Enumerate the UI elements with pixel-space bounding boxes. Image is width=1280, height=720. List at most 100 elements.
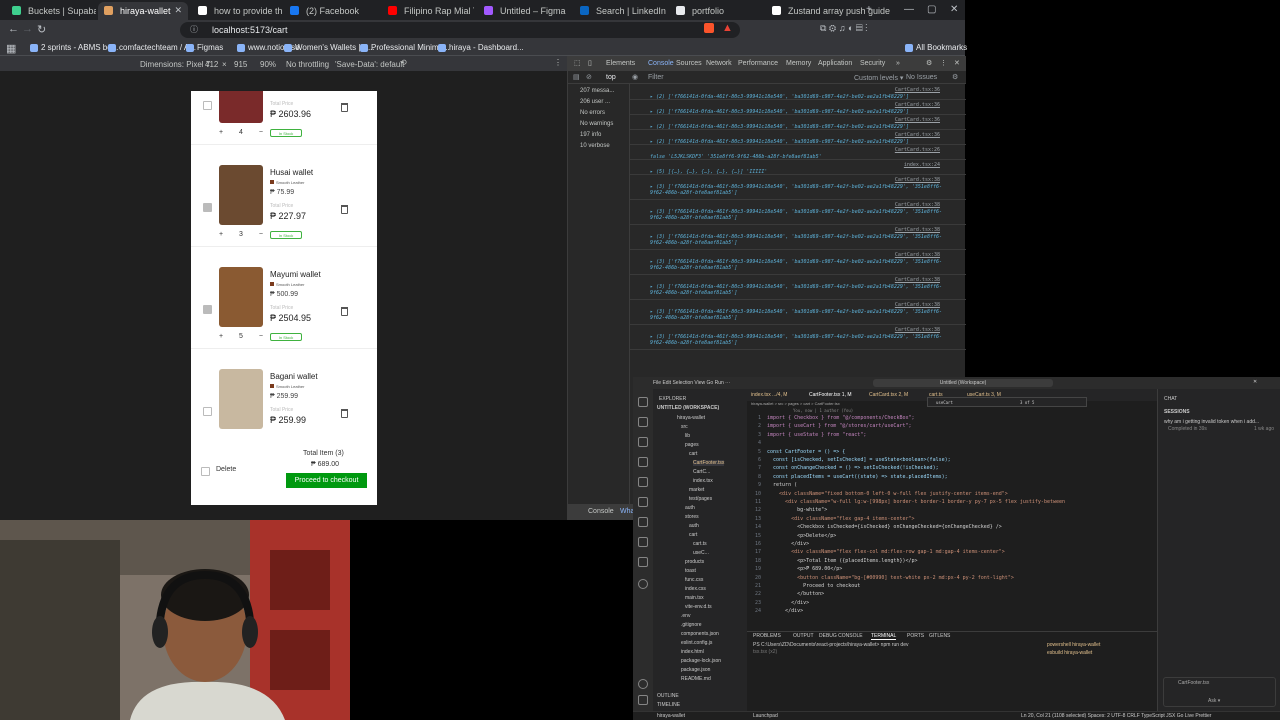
account-icon[interactable] bbox=[638, 679, 648, 689]
search-icon[interactable] bbox=[638, 417, 648, 427]
file-tree-item[interactable]: main.tsx bbox=[685, 595, 704, 601]
file-tree-item[interactable]: useC... bbox=[693, 550, 709, 556]
qty-decrease-button[interactable]: − bbox=[259, 333, 263, 340]
devtools-tab[interactable]: Performance bbox=[738, 60, 778, 67]
panel-tab[interactable]: PORTS bbox=[907, 633, 924, 639]
panel-tab[interactable]: PROBLEMS bbox=[753, 633, 781, 639]
drawer-tab-console[interactable]: Console bbox=[588, 508, 614, 515]
brave-rewards-icon[interactable]: ▲ bbox=[722, 22, 733, 34]
file-tree-item[interactable]: eslint.config.js bbox=[681, 640, 712, 646]
reload-icon[interactable]: ↻ bbox=[37, 23, 46, 36]
console-filter-item[interactable]: 206 user ... bbox=[580, 99, 610, 105]
file-tree-item[interactable]: cart bbox=[689, 451, 697, 457]
file-tree-item[interactable]: stores bbox=[685, 514, 699, 520]
extensions-icon[interactable]: ⧉ ⚙ ♫ ◐ ▤ ⋮ bbox=[820, 23, 868, 34]
device-toggle-icon[interactable]: ▯ bbox=[588, 59, 592, 67]
delete-item-icon[interactable] bbox=[341, 205, 348, 214]
status-workspace[interactable]: hiraya-wallet bbox=[657, 713, 685, 719]
devtools-close-icon[interactable]: ✕ bbox=[954, 59, 960, 67]
quantity-stepper[interactable]: +4 − bbox=[219, 129, 263, 136]
browser-tab[interactable]: Buckets | Supabase bbox=[6, 2, 96, 20]
devtools-tab[interactable]: Elements bbox=[606, 60, 635, 67]
product-name[interactable]: Mayumi wallet bbox=[270, 270, 321, 279]
browser-tab[interactable]: (2) Facebook bbox=[284, 2, 379, 20]
qty-decrease-button[interactable]: − bbox=[259, 231, 263, 238]
file-tree-item[interactable]: test/pages bbox=[689, 496, 712, 502]
devtools-tab[interactable]: Memory bbox=[786, 60, 811, 67]
delete-item-icon[interactable] bbox=[341, 103, 348, 112]
browser-tab[interactable]: how to provide the link of bbox=[192, 2, 282, 20]
message-source-link[interactable]: CartCard.tsx:38 bbox=[895, 302, 940, 308]
product-image[interactable] bbox=[219, 91, 263, 123]
message-source-link[interactable]: index.tsx:24 bbox=[904, 162, 940, 168]
browser-tab[interactable]: Untitled – Figma bbox=[478, 2, 570, 20]
throttle-select[interactable]: No throttling bbox=[286, 60, 329, 69]
bookmark-item[interactable]: Professional Minima... bbox=[360, 43, 450, 52]
browser-tab[interactable]: Filipino Rap Mial Trenc bbox=[382, 2, 474, 20]
console-message[interactable]: CartCard.tsx:38 ▸ (3) ['f766141d-0fda-461… bbox=[630, 326, 966, 350]
minimize-icon[interactable]: — bbox=[904, 4, 914, 15]
devtools-tab[interactable]: Security bbox=[860, 60, 885, 67]
docker-icon[interactable] bbox=[638, 537, 648, 547]
item-checkbox[interactable] bbox=[203, 203, 212, 212]
file-tree-item[interactable]: cart.ts bbox=[693, 541, 707, 547]
checkout-button[interactable]: Proceed to checkout bbox=[286, 473, 367, 488]
console-message[interactable]: index.tsx:24 ▸ (5) [{…}, {…}, {…}, {…}, {… bbox=[630, 161, 966, 175]
delete-item-icon[interactable] bbox=[341, 409, 348, 418]
item-checkbox[interactable] bbox=[203, 101, 212, 110]
file-tree-item[interactable]: toast bbox=[685, 568, 696, 574]
delete-item-icon[interactable] bbox=[341, 307, 348, 316]
issues-badge[interactable]: No Issues bbox=[906, 74, 937, 81]
file-tree-item[interactable]: products bbox=[685, 559, 704, 565]
message-source-link[interactable]: CartCard.tsx:36 bbox=[895, 132, 940, 138]
console-message[interactable]: CartCard.tsx:38 ▸ (3) ['f766141d-0fda-461… bbox=[630, 176, 966, 200]
all-bookmarks[interactable]: All Bookmarks bbox=[905, 43, 967, 52]
levels-select[interactable]: Custom levels ▾ bbox=[854, 74, 903, 82]
command-center[interactable]: Untitled (Workspace) bbox=[873, 379, 1053, 387]
eye-icon[interactable]: ◉ bbox=[632, 73, 638, 81]
console-settings-icon[interactable]: ⚙ bbox=[952, 73, 958, 81]
context-select[interactable]: top bbox=[606, 74, 616, 81]
console-message[interactable]: CartCard.tsx:38 ▸ (3) ['f766141d-0fda-461… bbox=[630, 201, 966, 225]
panel-tab[interactable]: GITLENS bbox=[929, 633, 950, 639]
brave-shield-icon[interactable] bbox=[704, 23, 714, 33]
message-source-link[interactable]: CartCard.tsx:38 bbox=[895, 252, 940, 258]
devtools-tab[interactable]: Console bbox=[648, 60, 674, 67]
back-icon[interactable]: ← bbox=[8, 23, 19, 35]
extensions-icon[interactable] bbox=[638, 477, 648, 487]
editor-tab[interactable]: index.tsx .../4, M bbox=[751, 392, 787, 398]
timeline-section[interactable]: TIMELINE bbox=[657, 702, 680, 708]
zoom-select[interactable]: 90% bbox=[260, 60, 276, 69]
message-source-link[interactable]: CartCard.tsx:36 bbox=[895, 102, 940, 108]
bookmark-item[interactable]: comfactechteam / A... bbox=[108, 43, 196, 52]
address-bar[interactable]: ⓘ localhost:5173/cart bbox=[180, 22, 740, 38]
panel-tab[interactable]: DEBUG CONSOLE bbox=[819, 633, 863, 639]
file-tree-item[interactable]: cart bbox=[689, 532, 697, 538]
savedata-select[interactable]: 'Save-Data': default bbox=[335, 60, 404, 69]
gitlens-icon[interactable] bbox=[638, 579, 648, 589]
qty-increase-button[interactable]: + bbox=[219, 129, 223, 136]
panel-tab[interactable]: OUTPUT bbox=[793, 633, 814, 639]
close-window-icon[interactable]: ✕ bbox=[950, 4, 958, 15]
file-tree-item[interactable]: package.json bbox=[681, 667, 710, 673]
filter-input[interactable]: Filter bbox=[648, 74, 664, 81]
devtools-tab[interactable]: Sources bbox=[676, 60, 702, 67]
console-filter-item[interactable]: 10 verbose bbox=[580, 143, 610, 149]
device-height[interactable]: 915 bbox=[234, 60, 247, 69]
message-source-link[interactable]: CartCard.tsx:38 bbox=[895, 277, 940, 283]
file-tree-item[interactable]: hiraya-wallet bbox=[677, 415, 705, 421]
console-message[interactable]: CartCard.tsx:36 ▸ (2) ['f766141d-0fda-461… bbox=[630, 86, 966, 100]
file-tree-item[interactable]: vite-env.d.ts bbox=[685, 604, 712, 610]
testing-icon[interactable] bbox=[638, 517, 648, 527]
console-filter-item[interactable]: No warnings bbox=[580, 121, 613, 127]
delete-label[interactable]: Delete bbox=[216, 466, 236, 473]
product-name[interactable]: Husai wallet bbox=[270, 168, 313, 177]
status-cursor-info[interactable]: Ln 20, Col 21 (1108 selected) Spaces: 2 … bbox=[1021, 713, 1211, 719]
new-tab-icon[interactable]: + bbox=[866, 4, 872, 15]
item-checkbox[interactable] bbox=[203, 407, 212, 416]
console-filter-item[interactable]: 197 info bbox=[580, 132, 601, 138]
qty-increase-button[interactable]: + bbox=[219, 333, 223, 340]
devtools-tab[interactable]: » bbox=[896, 60, 900, 67]
file-tree-item[interactable]: .gitignore bbox=[681, 622, 702, 628]
chat-input[interactable]: CartFooter.tsx Ask ▾ bbox=[1163, 677, 1276, 707]
